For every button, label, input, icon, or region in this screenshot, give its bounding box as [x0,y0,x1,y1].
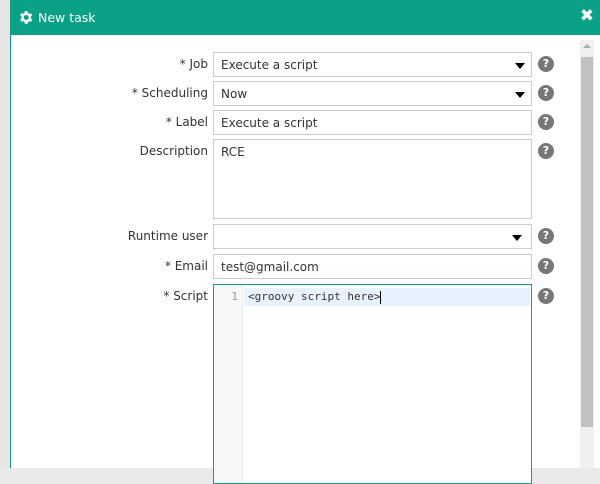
scheduling-select[interactable]: Now [213,81,532,106]
email-input[interactable]: test@gmail.com [213,254,532,279]
label-input[interactable]: Execute a script [213,110,532,135]
scroll-up-icon[interactable] [583,44,591,48]
help-icon[interactable]: ? [538,143,554,159]
scrollbar[interactable] [580,40,594,468]
code-line[interactable]: <groovy script here> [244,288,530,306]
chevron-down-icon [515,63,525,69]
help-icon[interactable]: ? [538,114,554,130]
background-page [0,0,10,468]
job-select[interactable]: Execute a script [213,52,532,77]
code-text: <groovy script here> [248,290,381,303]
new-task-dialog: New task ✖ * Job Execute a script ? * Sc… [10,0,600,484]
label-label: * Label [165,115,208,129]
help-icon[interactable]: ? [538,258,554,274]
runtime-user-select[interactable] [213,224,532,249]
help-icon[interactable]: ? [538,228,554,244]
description-textarea[interactable]: RCE [213,139,532,219]
job-value: Execute a script [221,58,318,72]
gear-icon [20,11,33,24]
dialog-header: New task ✖ [11,0,600,35]
close-icon[interactable]: ✖ [580,6,594,26]
email-label: * Email [164,259,208,273]
text-cursor [380,290,382,304]
help-icon[interactable]: ? [538,85,554,101]
help-icon[interactable]: ? [538,288,554,304]
runtime-user-label: Runtime user [127,229,208,243]
job-label: * Job [179,57,208,71]
help-icon[interactable]: ? [538,56,554,72]
dialog-title: New task [38,10,96,25]
chevron-down-icon [512,235,522,241]
scrollbar-thumb[interactable] [581,57,593,427]
scheduling-label: * Scheduling [131,86,208,100]
description-label: Description [139,144,208,158]
chevron-down-icon [515,92,525,98]
script-label: * Script [163,289,208,303]
script-editor[interactable]: 1 <groovy script here> [213,284,532,484]
scheduling-value: Now [221,87,248,101]
line-number: 1 [214,285,243,483]
